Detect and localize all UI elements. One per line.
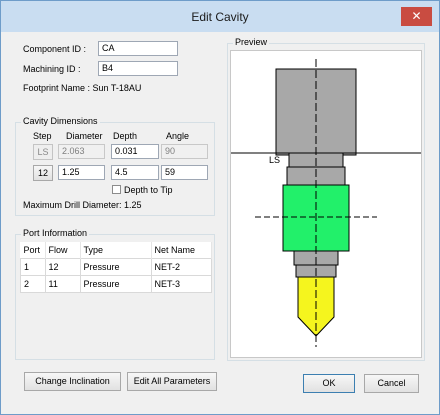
close-icon: ✕ [411,9,422,23]
port-cell: 2 [20,275,46,293]
component-id-label: Component ID : [23,44,87,54]
port-table: Port Flow Type Net Name 1 12 Pressure NE… [20,242,212,293]
net-name-cell: NET-2 [150,258,212,276]
preview-ls-label: LS [269,155,280,165]
step-12-depth-input[interactable]: 4.5 [111,165,159,180]
close-button[interactable]: ✕ [401,7,432,26]
col-net-name[interactable]: Net Name [151,242,212,259]
machining-id-input[interactable]: B4 [98,61,178,76]
type-cell: Pressure [79,275,152,293]
col-port[interactable]: Port [20,242,46,259]
ok-button[interactable]: OK [303,374,355,393]
col-type[interactable]: Type [80,242,152,259]
cavity-dimensions-legend: Cavity Dimensions [21,116,100,126]
step-12-angle-input[interactable]: 59 [161,165,208,180]
dialog-title: Edit Cavity [191,10,249,24]
table-row[interactable]: 2 11 Pressure NET-3 [20,275,212,293]
diameter-header: Diameter [66,131,103,141]
edit-all-parameters-button[interactable]: Edit All Parameters [127,372,217,391]
ls-diameter-input[interactable]: 2.063 [58,144,105,159]
cancel-button[interactable]: Cancel [364,374,419,393]
change-inclination-button[interactable]: Change Inclination [24,372,121,391]
cavity-preview-drawing: LS [231,59,421,347]
preview-legend: Preview [233,37,270,47]
edit-cavity-dialog: Edit Cavity ✕ Component ID : CA Machinin… [0,0,440,415]
port-cell: 1 [20,258,46,276]
flow-cell: 11 [44,275,81,293]
max-drill-diameter: Maximum Drill Diameter: 1.25 [23,200,142,210]
component-id-input[interactable]: CA [98,41,178,56]
port-information-legend: Port Information [21,228,90,238]
machining-id-label: Machining ID : [23,64,81,74]
ls-depth-input[interactable]: 0.031 [111,144,159,159]
depth-header: Depth [113,131,138,141]
depth-to-tip-label: Depth to Tip [124,185,173,195]
footprint-name: Footprint Name : Sun T-18AU [23,83,142,93]
port-table-header: Port Flow Type Net Name [20,242,212,259]
ls-angle-input[interactable]: 90 [161,144,208,159]
type-cell: Pressure [79,258,152,276]
table-row[interactable]: 1 12 Pressure NET-2 [20,258,212,276]
step-ls-button[interactable]: LS [33,144,53,160]
depth-to-tip-checkbox[interactable] [112,185,121,194]
title-bar[interactable]: Edit Cavity ✕ [1,1,439,32]
step-12-button[interactable]: 12 [33,165,53,181]
preview-canvas: LS [230,50,422,358]
flow-cell: 12 [44,258,81,276]
col-flow[interactable]: Flow [45,242,81,259]
step-12-diameter-input[interactable]: 1.25 [58,165,105,180]
step-header: Step [33,131,52,141]
angle-header: Angle [166,131,190,141]
net-name-cell: NET-3 [150,275,212,293]
dialog-body: Component ID : CA Machining ID : B4 Foot… [9,32,431,408]
